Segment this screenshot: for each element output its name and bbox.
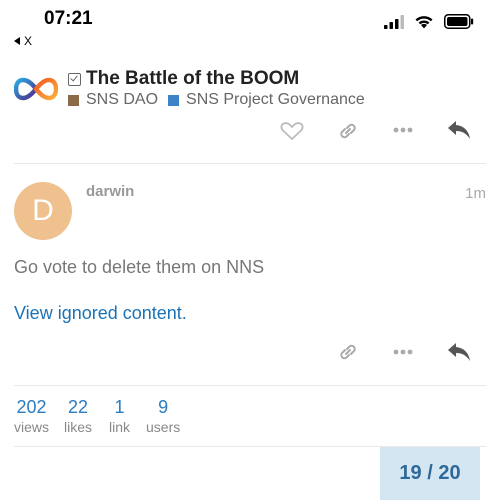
category-label: SNS Project Governance xyxy=(186,91,365,108)
category-sns-project-governance[interactable]: SNS Project Governance xyxy=(168,91,365,109)
stat-links[interactable]: 1 link xyxy=(109,397,130,435)
battery-icon xyxy=(444,14,474,29)
topic-title[interactable]: The Battle of the BOOM xyxy=(86,68,299,90)
more-options-button[interactable] xyxy=(390,122,416,138)
copy-link-button[interactable] xyxy=(334,120,362,142)
ellipsis-icon xyxy=(393,127,413,133)
heart-icon xyxy=(280,122,304,140)
back-to-app[interactable]: X xyxy=(14,34,32,48)
back-app-label: X xyxy=(24,34,33,48)
avatar[interactable]: D xyxy=(14,182,72,240)
category-label: SNS DAO xyxy=(86,91,159,108)
reply-arrow-icon xyxy=(448,343,470,361)
stat-views: 202 views xyxy=(14,397,49,435)
post-username[interactable]: darwin xyxy=(86,183,134,200)
post-divider xyxy=(14,163,486,164)
topic-title-row[interactable]: The Battle of the BOOM xyxy=(68,68,299,90)
stat-links-label: link xyxy=(109,419,131,435)
stat-views-value: 202 xyxy=(16,397,47,417)
copy-link-button[interactable] xyxy=(334,341,362,363)
topic-progress-indicator[interactable]: 19 / 20 xyxy=(380,447,480,500)
signal-icon xyxy=(384,14,404,29)
progress-text: 19 / 20 xyxy=(399,462,461,484)
post-timestamp[interactable]: 1m xyxy=(465,185,486,202)
stat-likes-value: 22 xyxy=(67,397,89,417)
stat-users[interactable]: 9 users xyxy=(146,397,180,435)
status-time: 07:21 xyxy=(44,8,93,29)
link-icon xyxy=(340,344,356,360)
stat-likes[interactable]: 22 likes xyxy=(64,397,92,435)
category-breadcrumb: SNS DAO SNS Project Governance xyxy=(68,91,375,109)
back-arrow-icon xyxy=(14,37,20,45)
avatar-letter: D xyxy=(32,194,54,227)
category-color-square xyxy=(68,94,79,106)
like-button[interactable] xyxy=(278,120,306,142)
stat-users-value: 9 xyxy=(158,397,169,417)
post-body: Go vote to delete them on NNS xyxy=(14,257,265,277)
category-sns-dao[interactable]: SNS DAO xyxy=(68,91,158,109)
status-icons xyxy=(384,14,474,29)
site-logo-icon[interactable] xyxy=(14,72,58,106)
reply-arrow-icon xyxy=(448,121,470,139)
more-options-button[interactable] xyxy=(390,344,416,360)
category-color-square xyxy=(168,94,180,106)
link-icon xyxy=(340,123,356,139)
solved-check-icon xyxy=(68,72,81,86)
stats-divider-top xyxy=(14,385,486,386)
view-ignored-content-link[interactable]: View ignored content. xyxy=(14,303,187,324)
stat-views-label: views xyxy=(14,419,50,435)
reply-button[interactable] xyxy=(444,118,474,142)
reply-button[interactable] xyxy=(444,340,474,364)
ellipsis-icon xyxy=(393,349,413,355)
stat-links-value: 1 xyxy=(114,397,125,417)
stat-likes-label: likes xyxy=(64,419,93,435)
stat-users-label: users xyxy=(146,419,181,435)
wifi-icon xyxy=(415,16,433,29)
